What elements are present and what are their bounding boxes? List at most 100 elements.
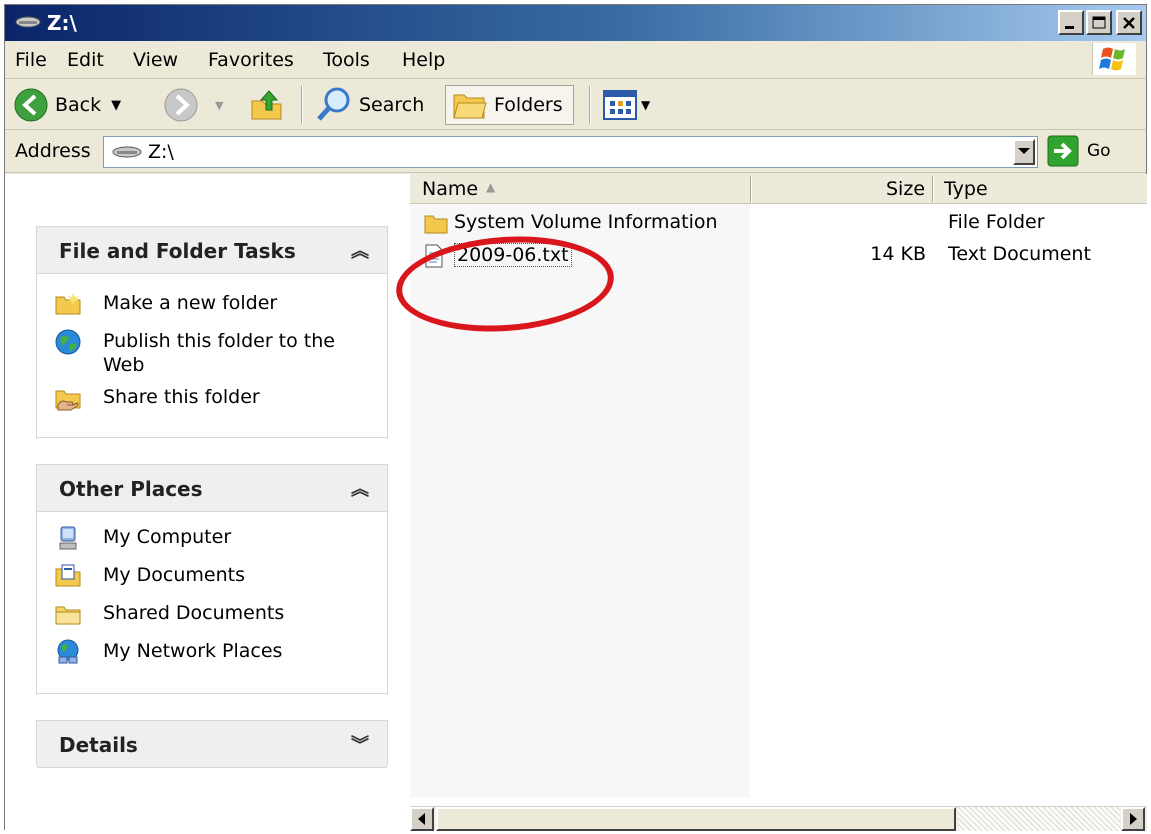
window-title: Z:\: [47, 11, 77, 35]
shared-documents-icon: [55, 606, 81, 625]
panel-title: Details: [59, 733, 138, 757]
scroll-track[interactable]: [958, 807, 1120, 831]
my-computer-icon: [59, 526, 77, 550]
back-button[interactable]: Back ▼: [13, 85, 121, 125]
place-label: My Documents: [103, 564, 246, 586]
other-places-header[interactable]: Other Places ︽: [37, 465, 387, 512]
explorer-window: Z:\ File Edit View Favorites Tools Help: [4, 4, 1147, 831]
place-label: My Network Places: [103, 640, 283, 662]
panel-title: File and Folder Tasks: [59, 239, 296, 263]
share-folder-link[interactable]: Share this folder: [55, 385, 260, 411]
folders-icon: [453, 94, 487, 119]
file-type: File Folder: [948, 211, 1045, 233]
folders-button[interactable]: Folders: [445, 85, 574, 125]
address-dropdown-button[interactable]: [1013, 139, 1035, 165]
other-places-panel: Other Places ︽ My Computer My Documents: [36, 464, 388, 694]
file-folder-tasks-header[interactable]: File and Folder Tasks ︽: [37, 227, 387, 274]
place-label: Shared Documents: [103, 602, 285, 624]
drive-icon: [15, 16, 41, 28]
maximize-icon: [1092, 16, 1106, 29]
details-panel: Details ︾: [36, 720, 388, 768]
publish-web-icon: [55, 329, 81, 355]
address-field[interactable]: Z:\: [103, 136, 1038, 168]
network-places-icon: [57, 639, 79, 664]
standard-toolbar: Back ▼ ▼ Search Folders ▼: [5, 80, 1146, 130]
up-folder-icon: [251, 90, 282, 120]
views-icon: [603, 90, 637, 120]
minimize-icon: [1065, 26, 1074, 29]
folder-icon: [424, 215, 448, 234]
menu-help[interactable]: Help: [402, 49, 445, 71]
search-label: Search: [359, 94, 425, 116]
new-folder-icon: [55, 293, 81, 315]
toolbar-separator: [301, 86, 303, 124]
file-type: Text Document: [948, 243, 1091, 265]
task-pane: File and Folder Tasks ︽ Make a new folde…: [5, 174, 410, 830]
go-label: Go: [1087, 141, 1111, 161]
place-label: My Computer: [103, 526, 232, 548]
column-header-size[interactable]: Size: [886, 178, 925, 200]
file-folder-tasks-panel: File and Folder Tasks ︽ Make a new folde…: [36, 226, 388, 438]
menu-file[interactable]: File: [15, 49, 47, 71]
column-header-type[interactable]: Type: [944, 178, 988, 200]
drive-icon: [112, 146, 142, 158]
collapse-icon[interactable]: ︽: [351, 237, 369, 263]
search-button[interactable]: Search: [315, 85, 424, 125]
menu-edit[interactable]: Edit: [67, 49, 104, 71]
scroll-left-button[interactable]: [410, 807, 434, 831]
views-dropdown-icon[interactable]: ▼: [641, 98, 650, 112]
column-header-name[interactable]: Name: [422, 178, 478, 200]
arrow-left-icon: [418, 813, 425, 825]
details-header[interactable]: Details ︾: [37, 721, 387, 768]
search-icon: [317, 87, 350, 121]
my-computer-link[interactable]: My Computer: [55, 525, 231, 551]
chevron-down-icon: [1018, 148, 1030, 154]
horizontal-scrollbar[interactable]: [410, 806, 1147, 831]
forward-arrow-icon: [164, 88, 198, 122]
file-name[interactable]: System Volume Information: [454, 211, 718, 233]
up-folder-button[interactable]: [249, 85, 285, 125]
menu-favorites[interactable]: Favorites: [208, 49, 294, 71]
my-network-places-link[interactable]: My Network Places: [55, 639, 282, 665]
address-value[interactable]: Z:\: [148, 141, 174, 163]
close-icon: [1123, 17, 1135, 29]
file-row[interactable]: System Volume Information File Folder: [410, 208, 1147, 240]
close-button[interactable]: [1116, 10, 1142, 35]
views-button[interactable]: ▼: [603, 85, 650, 125]
task-label: Make a new folder: [103, 292, 278, 314]
column-resize-handle[interactable]: [750, 176, 752, 202]
go-arrow-icon: [1047, 135, 1079, 167]
scroll-thumb[interactable]: [436, 807, 956, 831]
scroll-right-button[interactable]: [1121, 807, 1145, 831]
publish-folder-link[interactable]: Publish this folder to the Web: [55, 329, 355, 377]
file-size: 14 KB: [870, 243, 926, 265]
arrow-right-icon: [1130, 813, 1137, 825]
back-dropdown-icon[interactable]: ▼: [111, 98, 121, 113]
address-label: Address: [15, 140, 91, 162]
maximize-button[interactable]: [1086, 10, 1112, 35]
my-documents-icon: [55, 564, 81, 587]
menu-tools[interactable]: Tools: [323, 49, 370, 71]
address-bar: Address Z:\ Go: [5, 131, 1146, 173]
task-label: Share this folder: [103, 386, 260, 408]
task-label: Publish this folder to the Web: [103, 330, 335, 376]
make-new-folder-link[interactable]: Make a new folder: [55, 291, 277, 317]
windows-logo-icon: [1092, 43, 1136, 75]
sort-ascending-icon: ▲: [486, 180, 496, 194]
forward-button[interactable]: ▼: [163, 85, 223, 125]
minimize-button[interactable]: [1058, 10, 1084, 35]
my-documents-link[interactable]: My Documents: [55, 563, 245, 589]
forward-dropdown-icon[interactable]: ▼: [215, 99, 223, 112]
collapse-icon[interactable]: ︽: [351, 475, 369, 501]
folders-label: Folders: [494, 94, 563, 116]
menu-bar: File Edit View Favorites Tools Help: [5, 41, 1146, 79]
column-header-row: Name ▲ Size Type: [410, 174, 1147, 204]
go-button[interactable]: Go: [1047, 135, 1111, 167]
expand-icon[interactable]: ︾: [351, 731, 369, 757]
menu-view[interactable]: View: [133, 49, 178, 71]
shared-documents-link[interactable]: Shared Documents: [55, 601, 284, 627]
back-arrow-icon: [14, 88, 48, 122]
share-folder-icon: [55, 390, 81, 411]
title-bar[interactable]: Z:\: [5, 5, 1146, 41]
column-resize-handle[interactable]: [932, 176, 934, 202]
